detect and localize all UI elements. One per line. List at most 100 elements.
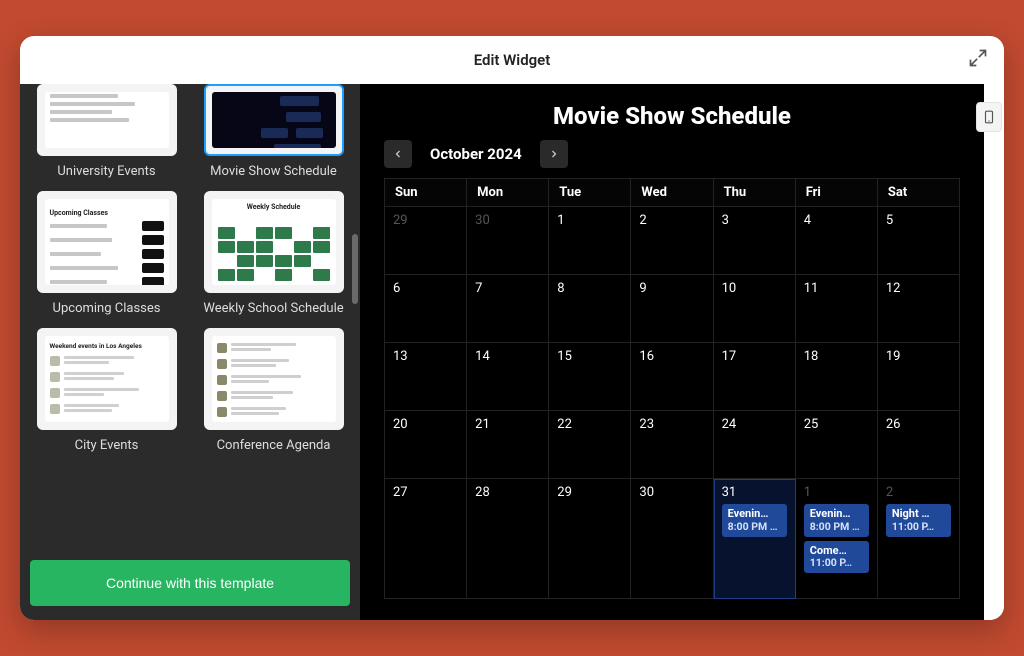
day-cell[interactable]: 27 [385,479,467,599]
template-thumb-upcoming-classes[interactable]: Upcoming Classes [37,191,177,293]
day-number: 30 [475,213,540,228]
day-cell[interactable]: 23 [631,411,713,479]
day-cell[interactable]: 30 [467,207,549,275]
mobile-icon [982,107,996,127]
day-cell[interactable]: 26 [878,411,960,479]
day-cell[interactable]: 1 Evenin…8:00 PM … Come…11:00 P… [796,479,878,599]
day-cell[interactable]: 29 [385,207,467,275]
day-cell[interactable]: 2 Night …11:00 P… [878,479,960,599]
template-thumb-city-events[interactable]: Weekend events in Los Angeles [37,328,177,430]
day-cell[interactable]: 14 [467,343,549,411]
template-thumb-weekly-school-schedule[interactable]: Weekly Schedule [204,191,344,293]
day-cell[interactable]: 19 [878,343,960,411]
template-card: Weekend events in Los Angeles City Event… [30,328,183,453]
chevron-left-icon [392,148,404,160]
day-header: Thu [714,179,796,207]
calendar-grid: SunMonTueWedThuFriSat 293012345678910111… [384,178,960,599]
day-cell[interactable]: 20 [385,411,467,479]
day-cell[interactable]: 24 [714,411,796,479]
next-month-button[interactable] [540,140,568,168]
day-number: 20 [393,417,458,432]
day-header: Fri [796,179,878,207]
day-cell[interactable]: 2 [631,207,713,275]
calendar-nav: October 2024 [360,140,984,178]
template-card: Conference Agenda [197,328,350,453]
calendar-event[interactable]: Evenin…8:00 PM … [804,504,869,537]
event-title: Evenin… [810,508,863,521]
template-label: Weekly School Schedule [203,301,343,316]
device-toggle[interactable] [976,102,1002,132]
day-number: 21 [475,417,540,432]
template-label: City Events [75,438,139,453]
day-cell[interactable]: 25 [796,411,878,479]
day-cell[interactable]: 31Evenin…8:00 PM … [714,479,796,599]
day-cell[interactable]: 5 [878,207,960,275]
template-card: Upcoming Classes Upcoming Classes [30,191,183,316]
day-number: 27 [393,485,458,500]
day-number: 29 [557,485,622,500]
day-number: 6 [393,281,458,296]
preview-pane: Movie Show Schedule October 2024 SunMonT… [360,84,1004,620]
day-number: 1 [804,485,869,500]
day-number: 3 [722,213,787,228]
day-number: 22 [557,417,622,432]
template-thumb-movie-show-schedule[interactable] [204,84,344,156]
day-number: 19 [886,349,951,364]
day-cell[interactable]: 16 [631,343,713,411]
day-number: 2 [886,485,951,500]
day-cell[interactable]: 11 [796,275,878,343]
day-cell[interactable]: 3 [714,207,796,275]
calendar-event[interactable]: Come…11:00 P… [804,541,869,574]
chevron-right-icon [548,148,560,160]
day-number: 25 [804,417,869,432]
event-title: Evenin… [728,508,781,521]
day-cell[interactable]: 30 [631,479,713,599]
day-cell[interactable]: 21 [467,411,549,479]
calendar-event[interactable]: Night …11:00 P… [886,504,951,537]
day-cell[interactable]: 8 [549,275,631,343]
day-cell[interactable]: 4 [796,207,878,275]
day-cell[interactable]: 29 [549,479,631,599]
day-number: 10 [722,281,787,296]
expand-button[interactable] [968,48,992,72]
template-label: University Events [57,164,155,179]
template-label: Upcoming Classes [53,301,161,316]
continue-button[interactable]: Continue with this template [30,560,350,606]
day-number: 7 [475,281,540,296]
day-cell[interactable]: 28 [467,479,549,599]
template-thumb-university-events[interactable] [37,84,177,156]
day-number: 1 [557,213,622,228]
day-cell[interactable]: 15 [549,343,631,411]
day-number: 17 [722,349,787,364]
day-cell[interactable]: 7 [467,275,549,343]
day-number: 9 [639,281,704,296]
day-cell[interactable]: 10 [714,275,796,343]
event-title: Come… [810,545,863,558]
sidebar-scrollbar[interactable] [352,84,358,560]
day-cell[interactable]: 13 [385,343,467,411]
day-cell[interactable]: 18 [796,343,878,411]
day-cell[interactable]: 9 [631,275,713,343]
day-cell[interactable]: 17 [714,343,796,411]
day-cell[interactable]: 6 [385,275,467,343]
calendar-event[interactable]: Evenin…8:00 PM … [722,504,787,537]
day-header: Sun [385,179,467,207]
event-time: 8:00 PM … [810,521,863,533]
day-header: Mon [467,179,549,207]
day-cell[interactable]: 1 [549,207,631,275]
template-card: Weekly Schedule Weekly School Schedule [197,191,350,316]
modal-title: Edit Widget [474,51,551,69]
template-thumb-conference-agenda[interactable] [204,328,344,430]
calendar-widget-preview: Movie Show Schedule October 2024 SunMonT… [360,84,984,620]
day-number: 5 [886,213,951,228]
modal-header: Edit Widget [20,36,1004,84]
template-label: Conference Agenda [217,438,331,453]
calendar-header-row: SunMonTueWedThuFriSat [385,179,960,207]
calendar-title: Movie Show Schedule [360,84,984,140]
day-number: 30 [639,485,704,500]
prev-month-button[interactable] [384,140,412,168]
day-cell[interactable]: 22 [549,411,631,479]
day-cell[interactable]: 12 [878,275,960,343]
day-number: 16 [639,349,704,364]
day-number: 28 [475,485,540,500]
